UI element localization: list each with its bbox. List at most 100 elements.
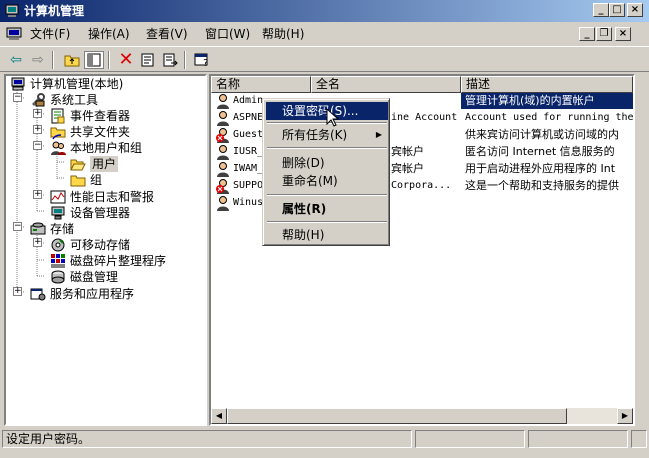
tree-label: 系统工具 — [50, 93, 99, 107]
user-fullname: ine Account — [391, 112, 458, 123]
close-button[interactable]: × — [627, 3, 643, 17]
services-icon — [30, 288, 46, 301]
expand-toggle[interactable]: + — [33, 238, 42, 247]
export-list-icon[interactable] — [160, 51, 180, 69]
toolbar-separator — [184, 51, 186, 69]
defrag-icon — [51, 254, 65, 268]
menu-window[interactable]: 窗口(W) — [205, 26, 250, 42]
tree-pane: 计算机管理(本地) − 系统工具 + 事件查看器 + 共享文件夹 − 本地用户和… — [4, 74, 207, 426]
menu-item-help[interactable]: 帮助(H) — [266, 226, 388, 244]
expand-toggle[interactable]: + — [13, 287, 22, 296]
horizontal-scrollbar[interactable]: ◀ ▶ — [211, 408, 633, 424]
mdi-close-button[interactable]: × — [615, 27, 631, 41]
user-description: Account used for running the — [465, 112, 633, 123]
tree-label: 事件查看器 — [70, 109, 131, 123]
user-icon — [217, 111, 229, 126]
mdi-minimize-button[interactable]: _ — [579, 27, 595, 41]
tree-label: 共享文件夹 — [70, 125, 131, 139]
user-description: 这是一个帮助和支持服务的提供 — [465, 179, 619, 192]
menu-item-rename[interactable]: 重命名(M) — [266, 172, 388, 190]
toolbar-separator — [108, 51, 110, 69]
user-icon — [217, 94, 229, 109]
folder-icon — [70, 175, 86, 187]
scroll-thumb[interactable] — [227, 408, 567, 424]
back-icon[interactable]: ⇦ — [6, 51, 26, 69]
column-header-description[interactable]: 描述 — [461, 76, 633, 93]
computer-icon — [11, 77, 25, 91]
user-description: 用于启动进程外应用程序的 Int — [465, 162, 616, 175]
user-description: 供来宾访问计算机或访问域的内 — [465, 128, 619, 141]
open-folder-icon — [70, 159, 86, 171]
user-fullname: 宾帐户 — [391, 145, 424, 158]
menu-separator — [267, 147, 387, 149]
status-panel-2 — [415, 430, 525, 448]
user-icon — [217, 196, 229, 211]
scroll-right-button[interactable]: ▶ — [617, 408, 633, 424]
menu-item-all-tasks[interactable]: 所有任务(K) ▶ — [266, 126, 388, 144]
tree-label: 用户 — [90, 156, 119, 172]
mdi-restore-button[interactable]: ❐ — [596, 27, 612, 41]
tree-label: 可移动存储 — [70, 238, 131, 252]
menu-item-properties[interactable]: 属性(R) — [266, 200, 388, 218]
mouse-cursor-icon — [326, 108, 340, 127]
tree-label: 设备管理器 — [70, 206, 131, 220]
storage-icon — [30, 222, 46, 235]
title-bar: 计算机管理 _ □ × — [0, 0, 649, 22]
column-header-fullname[interactable]: 全名 — [311, 76, 461, 93]
user-description: 匿名访问 Internet 信息服务的 — [465, 145, 615, 158]
collapse-toggle[interactable]: − — [13, 93, 22, 102]
collapse-toggle[interactable]: − — [13, 222, 22, 231]
submenu-arrow-icon: ▶ — [375, 130, 382, 139]
performance-icon — [50, 190, 66, 204]
menu-help[interactable]: 帮助(H) — [262, 26, 304, 42]
disk-management-icon — [51, 270, 65, 284]
device-manager-icon — [51, 206, 65, 220]
delete-icon[interactable]: ✕ — [116, 51, 136, 69]
forward-icon[interactable]: ⇨ — [28, 51, 48, 69]
user-description: 管理计算机(域)的内置帐户 — [461, 93, 633, 109]
user-fullname — [391, 93, 459, 109]
tree-label: 性能日志和警报 — [70, 190, 155, 204]
expand-toggle[interactable]: + — [33, 109, 42, 118]
maximize-button[interactable]: □ — [609, 3, 625, 17]
up-folder-icon[interactable] — [62, 51, 82, 69]
menu-bar: 文件(F) 操作(A) 查看(V) 窗口(W) 帮助(H) — [0, 22, 649, 46]
status-panel-4 — [631, 430, 647, 448]
menu-action[interactable]: 操作(A) — [88, 26, 130, 42]
status-text: 设定用户密码。 — [2, 430, 412, 448]
user-fullname — [391, 127, 459, 143]
tree-label: 本地用户和组 — [70, 141, 143, 155]
help-icon[interactable]: ? — [192, 51, 212, 69]
menu-separator — [267, 194, 387, 196]
tree-label: 组 — [90, 173, 103, 187]
toolbar: ⇦ ⇨ ✕ ? — [0, 46, 649, 72]
collapse-toggle[interactable]: − — [33, 141, 42, 150]
properties-icon[interactable] — [138, 51, 158, 69]
expand-toggle[interactable]: + — [33, 125, 42, 134]
user-fullname: Corpora... — [391, 180, 452, 191]
menu-file[interactable]: 文件(F) — [30, 26, 70, 42]
computer-management-icon — [5, 4, 19, 17]
menu-view[interactable]: 查看(V) — [146, 26, 188, 42]
toolbar-separator — [52, 51, 54, 69]
user-description — [465, 195, 633, 211]
show-hide-tree-icon[interactable] — [84, 51, 104, 69]
event-viewer-icon — [51, 108, 65, 124]
minimize-button[interactable]: _ — [593, 3, 609, 17]
menu-separator — [267, 221, 387, 223]
menu-item-label: 所有任务(K) — [282, 128, 348, 142]
user-fullname — [391, 195, 459, 211]
scroll-left-button[interactable]: ◀ — [211, 408, 227, 424]
svg-text:?: ? — [203, 58, 208, 68]
disabled-user-icon — [216, 128, 229, 143]
column-header-name[interactable]: 名称 — [211, 76, 311, 93]
menu-item-delete[interactable]: 删除(D) — [266, 154, 388, 172]
tree-label: 存储 — [50, 222, 75, 236]
users-group-icon — [51, 141, 66, 155]
tree-label: 服务和应用程序 — [50, 287, 135, 301]
expand-toggle[interactable]: + — [33, 190, 42, 199]
user-fullname: 宾帐户 — [391, 162, 424, 175]
tools-icon — [31, 93, 45, 107]
disabled-user-icon — [216, 179, 229, 194]
mmc-icon — [6, 27, 22, 40]
